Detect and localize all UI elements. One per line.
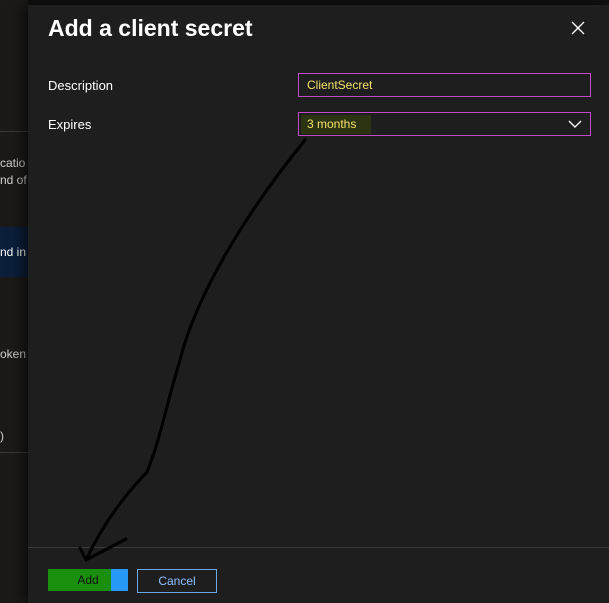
footer-divider bbox=[28, 547, 609, 548]
close-button[interactable] bbox=[569, 19, 587, 37]
background-divider bbox=[0, 452, 28, 453]
expires-dropdown[interactable]: 3 months bbox=[298, 112, 591, 136]
cancel-button-label: Cancel bbox=[158, 574, 196, 588]
description-label: Description bbox=[48, 78, 114, 93]
cancel-button[interactable]: Cancel bbox=[137, 569, 217, 593]
background-text: ) bbox=[0, 429, 4, 443]
expires-value: 3 months bbox=[307, 117, 357, 131]
add-client-secret-panel: Add a client secret Description ClientSe… bbox=[28, 5, 609, 603]
background-text: catio bbox=[0, 156, 26, 170]
description-value: ClientSecret bbox=[307, 78, 373, 92]
expires-label: Expires bbox=[48, 117, 92, 132]
panel-title: Add a client secret bbox=[48, 15, 253, 41]
chevron-down-icon bbox=[568, 120, 582, 128]
close-icon bbox=[571, 21, 585, 35]
background-text: nd of bbox=[0, 173, 27, 187]
background-divider bbox=[0, 131, 28, 132]
background-page: catio nd of nd in t oken ) bbox=[0, 0, 28, 603]
background-banner-text: nd in t bbox=[0, 245, 28, 259]
background-text: oken bbox=[0, 347, 27, 361]
description-field[interactable]: ClientSecret bbox=[298, 73, 591, 97]
add-button-label: Add bbox=[77, 573, 99, 587]
add-button[interactable]: Add bbox=[48, 569, 128, 591]
